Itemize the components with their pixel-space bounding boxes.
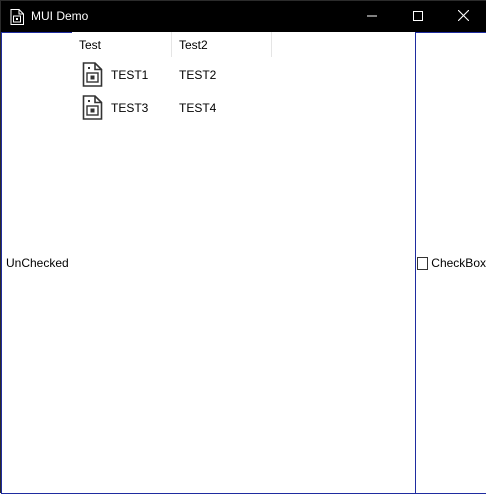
left-panel: UnChecked <box>1 32 73 494</box>
row-cell-test2: TEST4 <box>179 101 217 115</box>
app-window: MUI Demo UnChecked Test Test2 TEST1 TEST… <box>0 0 486 494</box>
right-panel: CheckBox <box>415 32 486 494</box>
row-cell-test: TEST1 <box>111 68 149 82</box>
list-row[interactable]: TEST1 TEST2 <box>72 59 415 92</box>
column-header-test2[interactable]: Test2 <box>172 32 272 57</box>
list-view[interactable]: Test Test2 TEST1 TEST2 TEST3 TEST4 <box>72 32 416 494</box>
checkbox[interactable]: CheckBox <box>416 255 486 271</box>
minimize-icon <box>366 10 377 24</box>
title-bar[interactable]: MUI Demo <box>1 1 486 32</box>
app-icon <box>10 9 24 25</box>
window-title: MUI Demo <box>31 9 89 23</box>
maximize-icon <box>412 10 423 24</box>
document-icon <box>82 62 103 87</box>
checkbox-box[interactable] <box>417 256 429 270</box>
close-icon <box>457 9 470 24</box>
list-row[interactable]: TEST3 TEST4 <box>72 92 415 125</box>
column-header-test[interactable]: Test <box>72 32 172 57</box>
row-cell-test2: TEST2 <box>179 68 217 82</box>
maximize-button[interactable] <box>395 1 440 32</box>
checkbox-label[interactable]: CheckBox <box>431 256 486 270</box>
list-header: Test Test2 <box>72 32 415 57</box>
document-icon <box>82 95 103 120</box>
close-button[interactable] <box>441 1 486 32</box>
row-cell-test: TEST3 <box>111 101 149 115</box>
minimize-button[interactable] <box>349 1 394 32</box>
unchecked-label: UnChecked <box>6 256 69 270</box>
